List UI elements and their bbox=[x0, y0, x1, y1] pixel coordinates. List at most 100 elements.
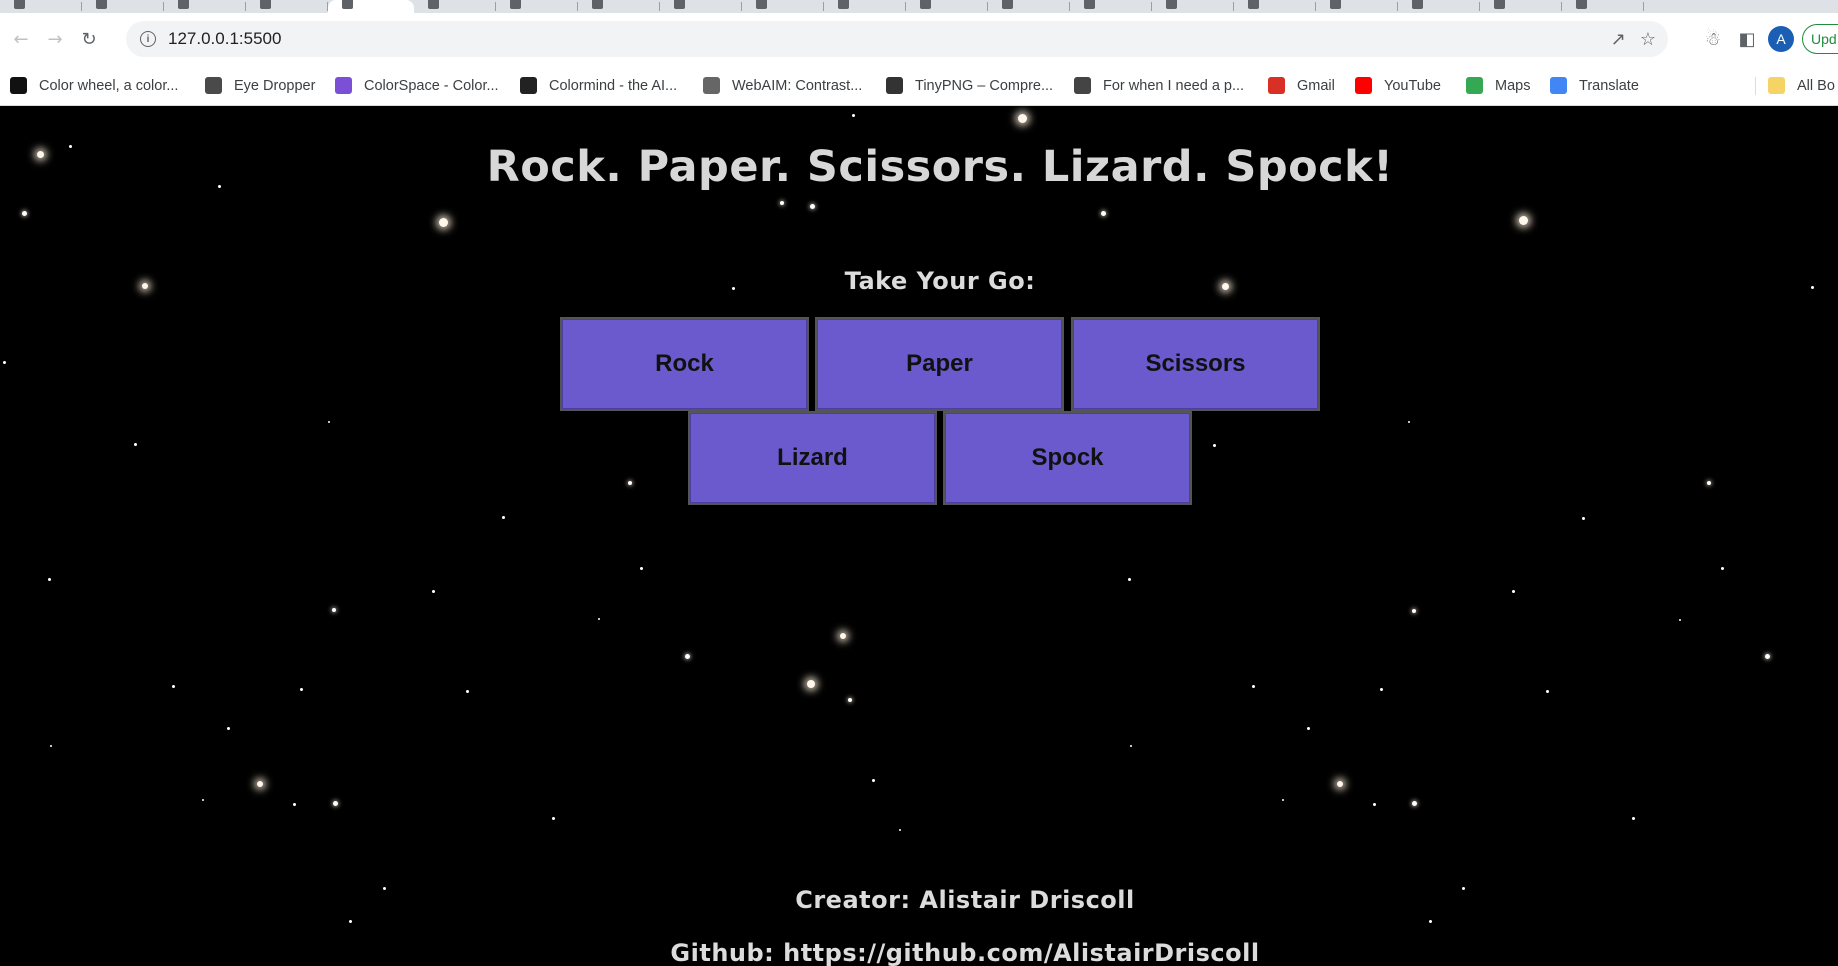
tab-favicon-icon bbox=[838, 0, 849, 9]
lizard-button[interactable]: Lizard bbox=[688, 411, 937, 505]
site-info-icon[interactable]: i bbox=[140, 31, 156, 47]
star-decoration bbox=[551, 816, 555, 820]
spock-button[interactable]: Spock bbox=[943, 411, 1192, 505]
browser-tab[interactable] bbox=[1480, 0, 1562, 13]
star-decoration bbox=[133, 442, 137, 446]
browser-tab[interactable] bbox=[496, 0, 578, 13]
star-decoration bbox=[1679, 619, 1681, 621]
tab-favicon-icon bbox=[1412, 0, 1423, 9]
page-title: Rock. Paper. Scissors. Lizard. Spock! bbox=[486, 142, 1394, 192]
star-decoration bbox=[202, 799, 204, 801]
share-icon[interactable]: ↗ bbox=[1611, 29, 1626, 50]
bookmark-label: Translate bbox=[1579, 77, 1639, 94]
browser-tab[interactable] bbox=[824, 0, 906, 13]
star-decoration bbox=[501, 515, 505, 519]
browser-toolbar: ← → ↻ i 127.0.0.1:5500 ↗ ☆ ☃ ◧ A Upd bbox=[0, 13, 1838, 65]
tab-favicon-icon bbox=[1248, 0, 1259, 9]
star-decoration bbox=[292, 802, 296, 806]
bookmark-item[interactable]: Eye Dropper bbox=[205, 65, 315, 105]
bookmark-item[interactable]: TinyPNG – Compre... bbox=[886, 65, 1053, 105]
browser-tab[interactable] bbox=[1398, 0, 1480, 13]
star-decoration bbox=[50, 745, 52, 747]
bookmark-item[interactable]: WebAIM: Contrast... bbox=[703, 65, 863, 105]
tab-favicon-icon bbox=[920, 0, 931, 9]
bookmark-item[interactable]: For when I need a p... bbox=[1074, 65, 1245, 105]
browser-tab[interactable] bbox=[1070, 0, 1152, 13]
eyedropper-icon bbox=[205, 77, 222, 94]
extensions-puzzle-icon[interactable]: ☃ bbox=[1696, 22, 1730, 56]
browser-tab-active[interactable] bbox=[328, 0, 414, 13]
star-decoration bbox=[851, 113, 855, 117]
address-text[interactable]: 127.0.0.1:5500 bbox=[168, 29, 281, 49]
profile-avatar[interactable]: A bbox=[1768, 26, 1794, 52]
browser-tab[interactable] bbox=[1562, 0, 1644, 13]
star-decoration bbox=[21, 210, 27, 216]
back-arrow-icon[interactable]: ← bbox=[8, 26, 34, 52]
bookmark-label: ColorSpace - Color... bbox=[364, 77, 499, 94]
update-button[interactable]: Upd bbox=[1802, 24, 1838, 54]
forward-arrow-icon[interactable]: → bbox=[42, 26, 68, 52]
scissors-button[interactable]: Scissors bbox=[1071, 317, 1320, 411]
browser-tab[interactable] bbox=[82, 0, 164, 13]
game-page: Rock. Paper. Scissors. Lizard. Spock! Ta… bbox=[0, 106, 1838, 966]
star-decoration bbox=[1372, 802, 1376, 806]
bookmark-item[interactable]: Gmail bbox=[1268, 65, 1335, 105]
bookmark-item[interactable]: Colormind - the AI... bbox=[520, 65, 678, 105]
address-bar[interactable]: i 127.0.0.1:5500 ↗ ☆ bbox=[126, 21, 1668, 57]
browser-tab[interactable] bbox=[660, 0, 742, 13]
bookmark-item[interactable]: All Bo bbox=[1768, 65, 1835, 105]
bookmark-item[interactable]: Color wheel, a color... bbox=[10, 65, 178, 105]
browser-tab[interactable] bbox=[0, 0, 82, 13]
star-decoration bbox=[332, 608, 336, 612]
browser-tab[interactable] bbox=[1316, 0, 1398, 13]
tinypng-icon bbox=[886, 77, 903, 94]
tab-favicon-icon bbox=[1330, 0, 1341, 9]
browser-tab[interactable] bbox=[988, 0, 1070, 13]
tab-favicon-icon bbox=[178, 0, 189, 9]
reload-icon[interactable]: ↻ bbox=[76, 26, 102, 52]
browser-tab[interactable] bbox=[906, 0, 988, 13]
browser-tab[interactable] bbox=[1234, 0, 1316, 13]
star-decoration bbox=[598, 618, 600, 620]
bookmark-label: WebAIM: Contrast... bbox=[732, 77, 863, 94]
tab-favicon-icon bbox=[342, 0, 353, 9]
star-decoration bbox=[1428, 919, 1432, 923]
bookmark-label: All Bo bbox=[1797, 77, 1835, 94]
bookmark-item[interactable]: Maps bbox=[1466, 65, 1530, 105]
browser-tab[interactable] bbox=[1152, 0, 1234, 13]
bookmark-item[interactable]: Translate bbox=[1550, 65, 1639, 105]
paper-button[interactable]: Paper bbox=[815, 317, 1064, 411]
bookmark-star-icon[interactable]: ☆ bbox=[1640, 29, 1656, 50]
tab-favicon-icon bbox=[260, 0, 271, 9]
browser-tab[interactable] bbox=[578, 0, 660, 13]
browser-tab[interactable] bbox=[246, 0, 328, 13]
star-decoration bbox=[47, 577, 51, 581]
browser-tab[interactable] bbox=[742, 0, 824, 13]
star-decoration bbox=[171, 684, 175, 688]
browser-tab[interactable] bbox=[164, 0, 246, 13]
bookmark-item[interactable]: ColorSpace - Color... bbox=[335, 65, 499, 105]
rock-button[interactable]: Rock bbox=[560, 317, 809, 411]
star-decoration bbox=[1306, 726, 1310, 730]
bookmark-label: Colormind - the AI... bbox=[549, 77, 678, 94]
bookmark-item[interactable]: YouTube bbox=[1355, 65, 1441, 105]
star-decoration bbox=[438, 217, 448, 227]
colormind-icon bbox=[520, 77, 537, 94]
star-decoration bbox=[1127, 577, 1131, 581]
github-link[interactable]: Github: https://github.com/AlistairDrisc… bbox=[0, 939, 1838, 966]
side-panel-icon[interactable]: ◧ bbox=[1730, 22, 1764, 56]
bookmark-label: For when I need a p... bbox=[1103, 77, 1245, 94]
tab-favicon-icon bbox=[428, 0, 439, 9]
star-decoration bbox=[899, 829, 901, 831]
star-decoration bbox=[1720, 566, 1724, 570]
star-decoration bbox=[871, 778, 875, 782]
bookmark-label: YouTube bbox=[1384, 77, 1441, 94]
star-decoration bbox=[1100, 210, 1106, 216]
star-decoration bbox=[1212, 443, 1216, 447]
gmail-icon bbox=[1268, 77, 1285, 94]
browser-tab[interactable] bbox=[414, 0, 496, 13]
star-decoration bbox=[1518, 215, 1528, 225]
creator-credit: Creator: Alistair Driscoll bbox=[795, 886, 1135, 914]
tab-favicon-icon bbox=[592, 0, 603, 9]
tab-favicon-icon bbox=[1166, 0, 1177, 9]
